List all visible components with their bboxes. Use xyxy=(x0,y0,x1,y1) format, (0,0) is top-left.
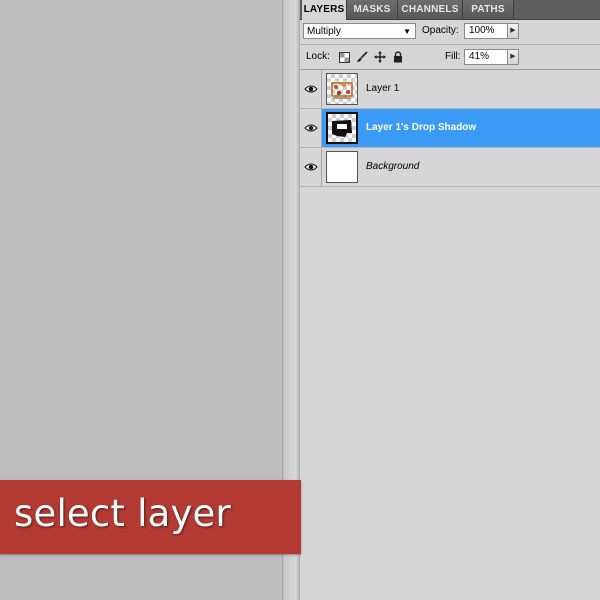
eye-visibility-icon[interactable] xyxy=(300,70,322,108)
lock-transparent-pixels-icon[interactable] xyxy=(338,51,350,63)
lock-position-move-icon[interactable] xyxy=(374,51,386,63)
opacity-input[interactable]: 100% xyxy=(464,23,508,39)
tab-channels[interactable]: CHANNELS xyxy=(398,0,463,19)
opacity-slider-arrow-icon[interactable]: ▶ xyxy=(508,23,519,39)
layer-name: Layer 1's Drop Shadow xyxy=(366,122,477,133)
blend-mode-select[interactable]: Multiply ▼ xyxy=(303,23,416,39)
layer-name: Background xyxy=(366,161,420,172)
dropdown-arrow-icon: ▼ xyxy=(403,27,411,36)
lock-label: Lock: xyxy=(306,51,330,62)
layer-row-background[interactable]: Background xyxy=(300,148,600,187)
blend-options-row: Multiply ▼ Opacity: 100% ▶ xyxy=(300,20,600,45)
blend-mode-value: Multiply xyxy=(307,26,341,37)
tab-paths[interactable]: PATHS xyxy=(463,0,514,19)
layer-thumbnail xyxy=(326,151,358,183)
fill-label: Fill: xyxy=(445,51,461,62)
layers-panel: LAYERS MASKS CHANNELS PATHS Multiply ▼ O… xyxy=(300,0,600,600)
layers-list: Layer 1 Layer 1's Drop Shadow Background xyxy=(300,70,600,187)
caption-text: select layer xyxy=(14,492,231,535)
lock-image-pixels-brush-icon[interactable] xyxy=(356,51,368,63)
opacity-label: Opacity: xyxy=(422,25,459,36)
lock-all-padlock-icon[interactable] xyxy=(392,51,404,63)
caption-banner: select layer xyxy=(0,480,301,554)
layer-row-drop-shadow[interactable]: Layer 1's Drop Shadow xyxy=(300,109,600,148)
layer-row-layer-1[interactable]: Layer 1 xyxy=(300,70,600,109)
layer-name: Layer 1 xyxy=(366,83,400,94)
panel-tab-bar: LAYERS MASKS CHANNELS PATHS xyxy=(300,0,600,20)
tab-layers[interactable]: LAYERS xyxy=(302,0,347,20)
eye-visibility-icon[interactable] xyxy=(300,148,322,186)
layer-thumbnail xyxy=(326,112,358,144)
layer-thumbnail xyxy=(326,73,358,105)
lock-row: Lock: Fill: 41% ▶ xyxy=(300,45,600,70)
fill-input[interactable]: 41% xyxy=(464,49,508,65)
eye-visibility-icon[interactable] xyxy=(300,109,322,147)
fill-slider-arrow-icon[interactable]: ▶ xyxy=(508,49,519,65)
tab-masks[interactable]: MASKS xyxy=(347,0,398,19)
